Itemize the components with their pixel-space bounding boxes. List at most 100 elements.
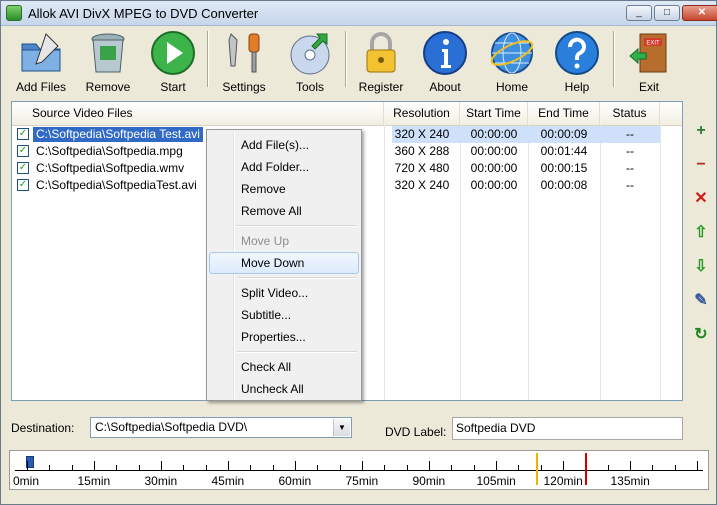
remove-label: Remove bbox=[85, 80, 131, 94]
register-button[interactable]: Register bbox=[353, 28, 409, 94]
file-path: C:\Softpedia\Softpedia.wmv bbox=[36, 161, 185, 175]
timeline-label: 15min bbox=[77, 474, 111, 488]
title-bar[interactable]: Allok AVI DivX MPEG to DVD Converter _ □… bbox=[1, 1, 717, 26]
timeline-tick bbox=[183, 465, 185, 471]
chevron-down-icon[interactable]: ▼ bbox=[333, 419, 350, 436]
col-source[interactable]: Source Video Files bbox=[12, 102, 384, 125]
settings-label: Settings bbox=[222, 80, 266, 94]
timeline-tick bbox=[563, 461, 564, 471]
duration-timeline: 0min 15min 30min 45min 60min 75min 90min 105min… bbox=[9, 450, 709, 490]
add-files-button[interactable]: Add Files bbox=[11, 28, 71, 94]
file-path: C:\Softpedia\Softpedia Test.avi bbox=[33, 127, 203, 142]
arrow-down-icon[interactable]: ⇩ bbox=[691, 257, 711, 277]
minimize-button[interactable]: _ bbox=[626, 5, 652, 21]
menu-remove-all[interactable]: Remove All bbox=[209, 200, 359, 222]
settings-button[interactable]: Settings bbox=[215, 28, 273, 94]
timeline-tick bbox=[27, 461, 28, 471]
start-time-cell: 00:00:00 bbox=[470, 127, 518, 141]
resolution-cell: 320 X 240 bbox=[394, 178, 450, 192]
file-path: C:\Softpedia\Softpedia.mpg bbox=[36, 144, 183, 158]
menu-split-video[interactable]: Split Video... bbox=[209, 282, 359, 304]
edit-icon[interactable]: ✎ bbox=[691, 291, 711, 311]
timeline-tick bbox=[49, 465, 51, 471]
disc-icon bbox=[290, 33, 330, 75]
exit-door-icon: EXIT bbox=[629, 33, 667, 73]
timeline-tick bbox=[518, 465, 520, 471]
main-window: Allok AVI DivX MPEG to DVD Converter _ □… bbox=[0, 0, 717, 505]
remove-button[interactable]: Remove bbox=[79, 28, 137, 94]
timeline-tick bbox=[496, 461, 497, 471]
list-header: Source Video Files Resolution Start Time… bbox=[12, 102, 682, 126]
timeline-tick bbox=[607, 465, 609, 471]
menu-add-files[interactable]: Add File(s)... bbox=[209, 134, 359, 156]
menu-subtitle[interactable]: Subtitle... bbox=[209, 304, 359, 326]
play-icon bbox=[151, 31, 195, 75]
lock-icon bbox=[366, 32, 396, 73]
menu-add-folder[interactable]: Add Folder... bbox=[209, 156, 359, 178]
arrow-up-icon[interactable]: ⇧ bbox=[691, 223, 711, 243]
timeline-tick bbox=[71, 465, 73, 471]
toolbar-separator bbox=[207, 31, 209, 87]
maximize-button[interactable]: □ bbox=[654, 5, 680, 21]
help-label: Help bbox=[564, 80, 590, 94]
menu-uncheck-all[interactable]: Uncheck All bbox=[209, 378, 359, 400]
menu-properties[interactable]: Properties... bbox=[209, 326, 359, 348]
timeline-label: 60min bbox=[278, 474, 312, 488]
add-files-label: Add Files bbox=[15, 80, 67, 94]
row-checkbox[interactable]: ✓ bbox=[17, 179, 29, 191]
row-checkbox[interactable]: ✓ bbox=[17, 162, 29, 174]
timeline-label: 105min bbox=[476, 474, 516, 488]
timeline-tick bbox=[652, 465, 654, 471]
file-path: C:\Softpedia\SoftpediaTest.avi bbox=[36, 178, 197, 192]
register-label: Register bbox=[358, 80, 404, 94]
home-button[interactable]: Home bbox=[483, 28, 541, 94]
timeline-tick bbox=[138, 465, 140, 471]
timeline-tick bbox=[362, 461, 363, 471]
timeline-label: 0min bbox=[13, 474, 40, 488]
help-button[interactable]: Help bbox=[549, 28, 605, 94]
end-time-cell: 00:00:08 bbox=[540, 178, 588, 192]
end-time-cell: 00:00:09 bbox=[540, 127, 588, 141]
refresh-icon[interactable]: ↻ bbox=[691, 325, 711, 345]
timeline-axis bbox=[15, 470, 703, 471]
about-button[interactable]: About bbox=[417, 28, 473, 94]
status-cell: -- bbox=[626, 161, 634, 175]
dvd-label-input[interactable]: Softpedia DVD bbox=[452, 417, 683, 440]
tools-button[interactable]: Tools bbox=[281, 28, 339, 94]
col-end-time[interactable]: End Time bbox=[528, 102, 600, 125]
exit-button[interactable]: EXIT Exit bbox=[621, 28, 677, 94]
add-item-icon[interactable]: + bbox=[691, 121, 711, 141]
timeline-tick bbox=[473, 465, 475, 471]
timeline-tick bbox=[540, 465, 542, 471]
menu-check-all[interactable]: Check All bbox=[209, 356, 359, 378]
menu-move-down[interactable]: Move Down bbox=[209, 252, 359, 274]
timeline-tick bbox=[317, 465, 319, 471]
status-cell: -- bbox=[626, 178, 634, 192]
start-button[interactable]: Start bbox=[145, 28, 201, 94]
app-icon bbox=[6, 5, 22, 21]
destination-select[interactable]: C:\Softpedia\Softpedia DVD\ ▼ bbox=[90, 417, 352, 438]
row-checkbox[interactable]: ✓ bbox=[17, 145, 29, 157]
timeline-tick bbox=[451, 465, 453, 471]
tools-icon bbox=[228, 33, 260, 73]
svg-text:EXIT: EXIT bbox=[646, 41, 660, 47]
help-icon bbox=[555, 31, 599, 75]
toolbar-separator bbox=[613, 31, 615, 87]
info-icon bbox=[423, 31, 467, 75]
delete-icon[interactable]: ✕ bbox=[691, 189, 711, 209]
menu-move-up: Move Up bbox=[241, 234, 290, 248]
remove-item-icon[interactable]: − bbox=[691, 155, 711, 175]
timeline-label: 30min bbox=[144, 474, 178, 488]
row-checkbox[interactable]: ✓ bbox=[17, 128, 29, 140]
menu-separator bbox=[237, 225, 357, 227]
globe-icon bbox=[490, 32, 534, 74]
close-button[interactable]: ✕ bbox=[682, 5, 717, 21]
col-status[interactable]: Status bbox=[600, 102, 660, 125]
toolbar: Add Files Remove Start Settings Tools Re… bbox=[1, 25, 716, 95]
col-start-time[interactable]: Start Time bbox=[460, 102, 528, 125]
resolution-cell: 720 X 480 bbox=[394, 161, 450, 175]
status-cell: -- bbox=[626, 144, 634, 158]
col-resolution[interactable]: Resolution bbox=[384, 102, 460, 125]
timeline-tick bbox=[250, 465, 252, 471]
menu-remove[interactable]: Remove bbox=[209, 178, 359, 200]
